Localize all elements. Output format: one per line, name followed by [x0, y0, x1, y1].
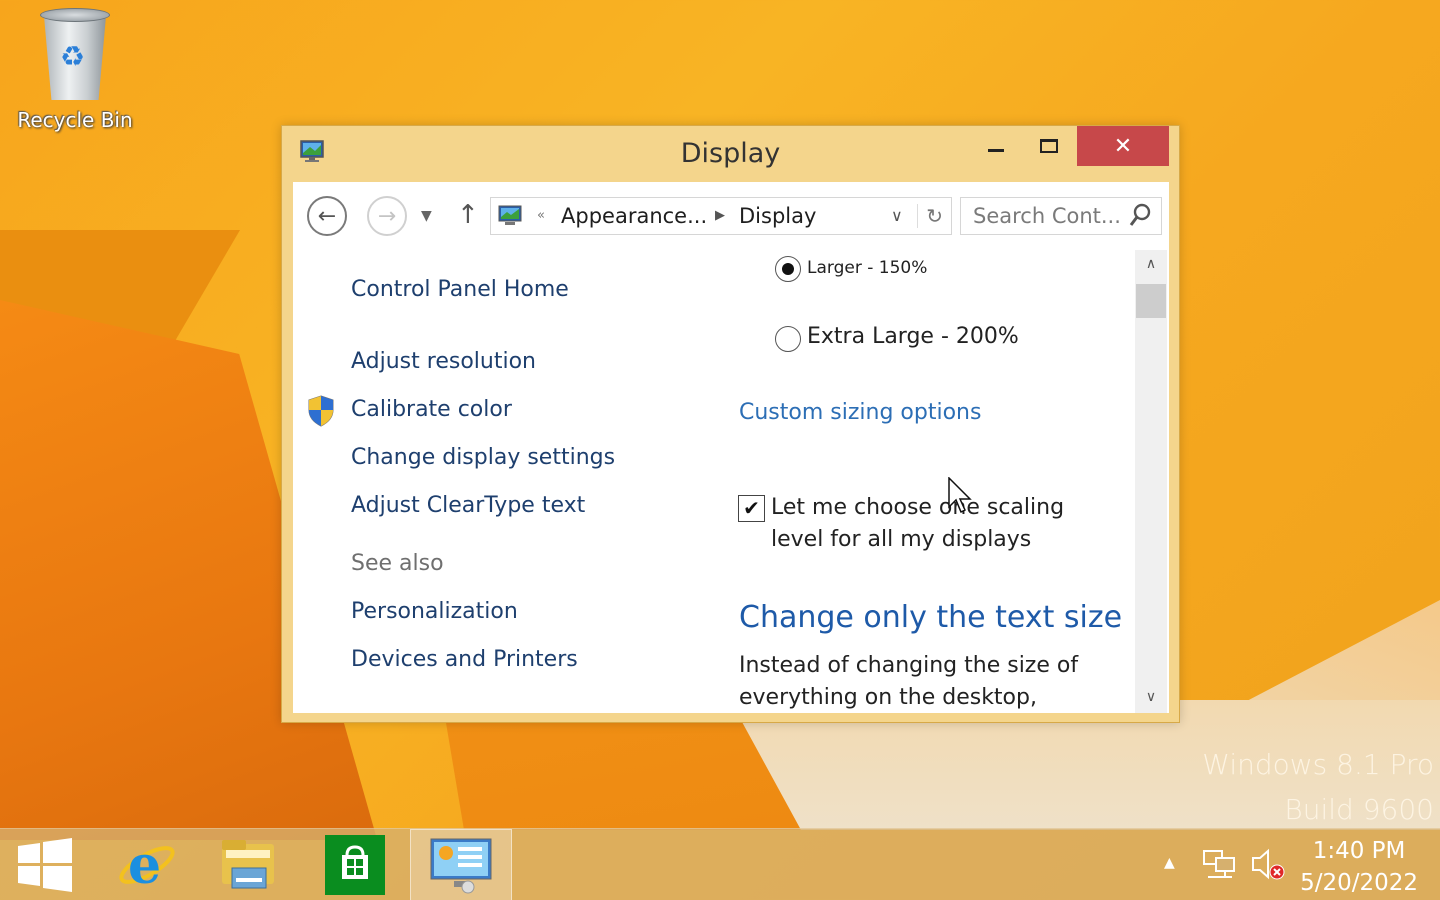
- chevron-up-icon: ▲: [1164, 855, 1175, 871]
- recent-locations-button[interactable]: ▼: [421, 208, 432, 224]
- close-button[interactable]: ✕: [1077, 126, 1169, 166]
- volume-muted-icon[interactable]: [1250, 847, 1286, 881]
- adjust-resolution-link[interactable]: Adjust resolution: [351, 349, 536, 374]
- chevron-down-icon: ▼: [421, 208, 432, 224]
- custom-sizing-options-link[interactable]: Custom sizing options: [739, 400, 981, 425]
- uac-shield-icon: [308, 395, 334, 427]
- minimize-button[interactable]: [968, 126, 1024, 166]
- store-icon: [325, 835, 385, 895]
- watermark-edition: Windows 8.1 Pro: [1202, 748, 1434, 781]
- window-client-area: ← → ▼ ↑ « Appearance... ▶ Display ∨ ↻ Se…: [293, 182, 1169, 713]
- up-button[interactable]: ↑: [457, 200, 479, 230]
- title-bar[interactable]: Display ✕: [282, 126, 1179, 182]
- recycle-bin-label: Recycle Bin: [17, 108, 133, 132]
- text-size-description: Instead of changing the size of everythi…: [739, 653, 1079, 710]
- system-clock[interactable]: 1:40 PM 5/20/2022: [1300, 835, 1418, 899]
- taskbar: e ▲ 1:40 PM 5/20/2022: [0, 828, 1440, 900]
- radio-extra-large-200[interactable]: [775, 326, 801, 352]
- clock-date: 5/20/2022: [1300, 870, 1418, 896]
- left-navigation-pane: Control Panel Home Adjust resolution Cal…: [293, 250, 723, 713]
- windows-logo-icon: [18, 838, 72, 892]
- show-hidden-icons-button[interactable]: ▲: [1164, 855, 1175, 871]
- scroll-up-icon[interactable]: ∧: [1135, 256, 1167, 272]
- search-input[interactable]: [961, 198, 1129, 234]
- start-button[interactable]: [0, 829, 90, 900]
- file-explorer-button[interactable]: [198, 829, 300, 900]
- adjust-cleartype-link[interactable]: Adjust ClearType text: [351, 493, 585, 518]
- recycle-bin-icon: ♻: [38, 6, 112, 102]
- radio-extra-large-200-label[interactable]: Extra Large - 200%: [807, 324, 1019, 349]
- breadcrumb-display[interactable]: Display: [739, 204, 816, 228]
- change-display-settings-link[interactable]: Change display settings: [351, 445, 615, 470]
- back-arrow-icon: ←: [317, 203, 337, 229]
- scaling-checkbox[interactable]: ✔: [738, 495, 765, 522]
- control-panel-icon: [430, 838, 492, 894]
- close-icon: ✕: [1113, 133, 1133, 159]
- up-arrow-icon: ↑: [457, 200, 479, 230]
- control-panel-taskbar-button[interactable]: [410, 829, 512, 900]
- personalization-link[interactable]: Personalization: [351, 599, 518, 624]
- scrollbar-thumb[interactable]: [1136, 284, 1166, 318]
- file-explorer-icon: [222, 840, 274, 889]
- scroll-down-icon[interactable]: ∨: [1135, 689, 1167, 705]
- back-button[interactable]: ←: [307, 196, 347, 236]
- address-dropdown-icon[interactable]: ∨: [891, 206, 903, 225]
- see-also-heading: See also: [351, 551, 444, 576]
- recycle-bin-shortcut[interactable]: ♻ Recycle Bin: [10, 6, 140, 132]
- control-panel-icon: [498, 205, 522, 225]
- maximize-button[interactable]: [1024, 126, 1074, 166]
- main-content-pane: Larger - 150% Extra Large - 200% Custom …: [723, 250, 1135, 713]
- watermark-build: Build 9600: [1284, 793, 1434, 826]
- radio-larger-150[interactable]: [775, 256, 801, 282]
- maximize-icon: [1040, 139, 1058, 153]
- change-text-size-heading: Change only the text size: [739, 600, 1123, 635]
- devices-and-printers-link[interactable]: Devices and Printers: [351, 647, 578, 671]
- forward-arrow-icon: →: [377, 203, 397, 229]
- display-window: Display ✕ ← → ▼ ↑ « Appearance... ▶ Disp…: [281, 125, 1180, 723]
- minimize-icon: [988, 148, 1004, 152]
- internet-explorer-icon: e: [119, 835, 175, 896]
- navigation-bar: ← → ▼ ↑ « Appearance... ▶ Display ∨ ↻: [293, 182, 1169, 250]
- address-bar[interactable]: « Appearance... ▶ Display ∨ ↻: [490, 197, 952, 235]
- refresh-icon[interactable]: ↻: [917, 204, 943, 228]
- internet-explorer-button[interactable]: e: [96, 829, 198, 900]
- mouse-cursor-icon: [948, 477, 972, 514]
- store-button[interactable]: [304, 829, 406, 900]
- breadcrumb-overflow-icon[interactable]: «: [537, 208, 545, 223]
- search-box[interactable]: [960, 197, 1162, 235]
- vertical-scrollbar[interactable]: ∧ ∨: [1135, 250, 1167, 713]
- radio-larger-150-label[interactable]: Larger - 150%: [807, 258, 927, 278]
- clock-time: 1:40 PM: [1312, 838, 1406, 864]
- search-icon[interactable]: [1129, 203, 1151, 229]
- windows-watermark: Windows 8.1 Pro Build 9600: [1202, 742, 1434, 832]
- checkmark-icon: ✔: [743, 496, 760, 520]
- forward-button[interactable]: →: [367, 196, 407, 236]
- svg-text:e: e: [128, 835, 161, 896]
- breadcrumb-separator-icon[interactable]: ▶: [715, 208, 725, 223]
- network-icon[interactable]: [1202, 847, 1236, 881]
- control-panel-home-link[interactable]: Control Panel Home: [351, 277, 569, 302]
- calibrate-color-link[interactable]: Calibrate color: [351, 397, 512, 422]
- breadcrumb-appearance[interactable]: Appearance...: [561, 204, 707, 228]
- scaling-checkbox-label[interactable]: Let me choose one scaling level for all …: [771, 492, 1101, 556]
